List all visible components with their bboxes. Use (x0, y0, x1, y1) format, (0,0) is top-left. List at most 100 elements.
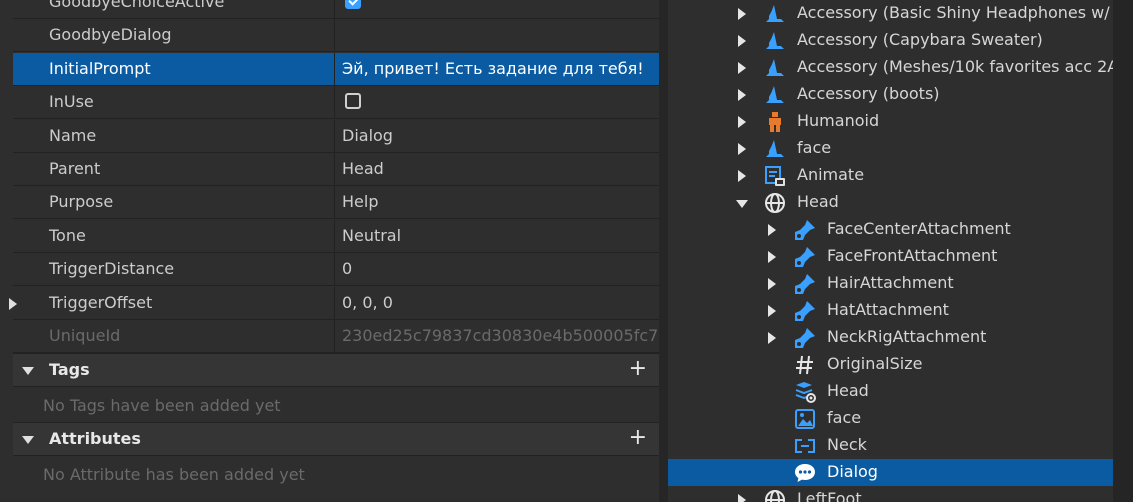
expand-arrow-icon[interactable] (738, 116, 746, 128)
section-attributes[interactable]: Attributes + (13, 422, 659, 456)
property-name: GoodbyeDialog (49, 25, 172, 44)
property-name: GoodbyeChoiceActive (49, 0, 225, 11)
script-icon (763, 164, 787, 188)
explorer-item-hatattachment[interactable]: HatAttachment (668, 297, 1113, 324)
property-row-initialprompt[interactable]: InitialPrompt Эй, привет! Есть задание дл… (13, 53, 659, 86)
decal-icon (793, 407, 817, 431)
explorer-item-face[interactable]: face (668, 135, 1113, 162)
explorer-item-head[interactable]: Head (668, 189, 1113, 216)
explorer-item-accessory-capybara-sweater[interactable]: Accessory (Capybara Sweater) (668, 27, 1113, 54)
explorer-item-dialog[interactable]: Dialog (668, 459, 1113, 486)
property-row-triggerdistance[interactable]: TriggerDistance 0 (13, 253, 659, 286)
expand-arrow-icon[interactable] (768, 332, 776, 344)
expand-arrow-icon[interactable] (768, 305, 776, 317)
property-row-inuse[interactable]: InUse (13, 86, 659, 119)
section-title: Attributes (49, 429, 141, 448)
explorer-item-label: Animate (797, 165, 865, 184)
property-name: Tone (49, 226, 86, 245)
explorer-panel: Accessory (Basic Shiny Headphones w/ Bla… (668, 0, 1113, 502)
expand-arrow-icon[interactable] (768, 224, 776, 236)
property-row-triggeroffset[interactable]: TriggerOffset 0, 0, 0 (9, 287, 659, 320)
expand-arrow-icon[interactable] (738, 143, 746, 155)
expand-arrow-icon[interactable] (738, 35, 746, 47)
property-name: InitialPrompt (49, 59, 151, 78)
accessory-icon (763, 83, 787, 107)
tags-empty-text: No Tags have been added yet (43, 396, 281, 415)
section-title: Tags (49, 360, 90, 379)
explorer-item-accessory-basic-shiny-headphones-w-bla[interactable]: Accessory (Basic Shiny Headphones w/ Bla (668, 0, 1113, 27)
accessory-icon (763, 56, 787, 80)
property-row-uniqueid[interactable]: UniqueId 230ed25c79837cd30830e4b500005fc7 (13, 320, 659, 353)
explorer-item-label: Accessory (Capybara Sweater) (797, 30, 1043, 49)
property-value[interactable]: 0 (334, 253, 659, 285)
property-row-tone[interactable]: Tone Neutral (13, 220, 659, 253)
add-attributes-button[interactable]: + (629, 423, 647, 453)
explorer-item-label: Neck (827, 435, 867, 454)
explorer-item-accessory-meshes-10k-favorites-acc-2acce[interactable]: Accessory (Meshes/10k favorites acc 2Acc… (668, 54, 1113, 81)
property-row-name[interactable]: Name Dialog (13, 120, 659, 153)
property-row-parent[interactable]: Parent Head (13, 153, 659, 186)
attachment-icon (793, 299, 817, 323)
explorer-item-label: Dialog (827, 462, 878, 481)
explorer-item-head[interactable]: Head (668, 378, 1113, 405)
accessory-icon (763, 137, 787, 161)
explorer-item-animate[interactable]: Animate (668, 162, 1113, 189)
explorer-item-label: HairAttachment (827, 273, 954, 292)
explorer-item-label: face (827, 408, 862, 427)
collapse-caret-icon[interactable] (22, 367, 34, 375)
add-tags-button[interactable]: + (629, 354, 647, 384)
property-value[interactable] (334, 0, 659, 18)
explorer-item-neck[interactable]: Neck (668, 432, 1113, 459)
explorer-item-leftfoot[interactable]: LeftFoot (668, 486, 1113, 502)
expand-arrow-icon[interactable] (738, 89, 746, 101)
properties-panel: GoodbyeChoiceActive GoodbyeDialog InitialP… (0, 0, 659, 502)
property-row-goodbyechoiceactive[interactable]: GoodbyeChoiceActive (13, 0, 659, 19)
property-value[interactable]: 230ed25c79837cd30830e4b500005fc7 (334, 320, 659, 352)
property-value[interactable]: Эй, привет! Есть задание для тебя! (334, 53, 659, 85)
property-value[interactable] (334, 86, 659, 118)
motor-icon (793, 434, 817, 458)
explorer-item-humanoid[interactable]: Humanoid (668, 108, 1113, 135)
explorer-item-neckrigattachment[interactable]: NeckRigAttachment (668, 324, 1113, 351)
explorer-item-label: face (797, 138, 832, 157)
explorer-item-facecenterattachment[interactable]: FaceCenterAttachment (668, 216, 1113, 243)
expand-arrow-icon[interactable] (738, 170, 746, 182)
accessory-icon (763, 2, 787, 26)
humanoid-icon (763, 110, 787, 134)
checkbox-inuse[interactable] (345, 93, 361, 109)
explorer-item-label: Accessory (boots) (797, 84, 940, 103)
explorer-item-hairattachment[interactable]: HairAttachment (668, 270, 1113, 297)
expand-arrow-icon[interactable] (768, 251, 776, 263)
attachment-icon (793, 326, 817, 350)
property-row-purpose[interactable]: Purpose Help (13, 186, 659, 219)
explorer-item-label: LeftFoot (797, 489, 862, 502)
expand-arrow-icon[interactable] (738, 62, 746, 74)
checkbox-goodbyechoiceactive[interactable] (345, 0, 361, 9)
expand-arrow-icon[interactable] (738, 8, 746, 20)
expand-arrow-icon[interactable] (768, 278, 776, 290)
property-value[interactable]: Neutral (334, 220, 659, 252)
collapse-caret-icon[interactable] (22, 436, 34, 444)
property-value[interactable]: 0, 0, 0 (334, 287, 659, 319)
section-tags[interactable]: Tags + (13, 353, 659, 387)
explorer-scrollbar[interactable] (1113, 0, 1133, 502)
explorer-item-label: Humanoid (797, 111, 880, 130)
explorer-item-originalsize[interactable]: OriginalSize (668, 351, 1113, 378)
explorer-item-label: FaceFrontAttachment (827, 246, 998, 265)
explorer-item-face[interactable]: face (668, 405, 1113, 432)
property-row-goodbyedialog[interactable]: GoodbyeDialog (13, 19, 659, 52)
collapse-arrow-icon[interactable] (736, 200, 748, 208)
property-value[interactable]: Help (334, 186, 659, 218)
panel-divider[interactable] (659, 0, 668, 502)
expand-arrow-icon[interactable] (9, 298, 17, 310)
expand-arrow-icon[interactable] (738, 494, 746, 502)
property-value[interactable] (334, 19, 659, 51)
property-value[interactable]: Head (334, 153, 659, 185)
property-value[interactable]: Dialog (334, 120, 659, 152)
attachment-icon (793, 218, 817, 242)
explorer-item-label: Accessory (Basic Shiny Headphones w/ Bla (797, 3, 1113, 22)
explorer-item-label: Head (797, 192, 839, 211)
property-name: Purpose (49, 192, 114, 211)
explorer-item-accessory-boots[interactable]: Accessory (boots) (668, 81, 1113, 108)
explorer-item-facefrontattachment[interactable]: FaceFrontAttachment (668, 243, 1113, 270)
